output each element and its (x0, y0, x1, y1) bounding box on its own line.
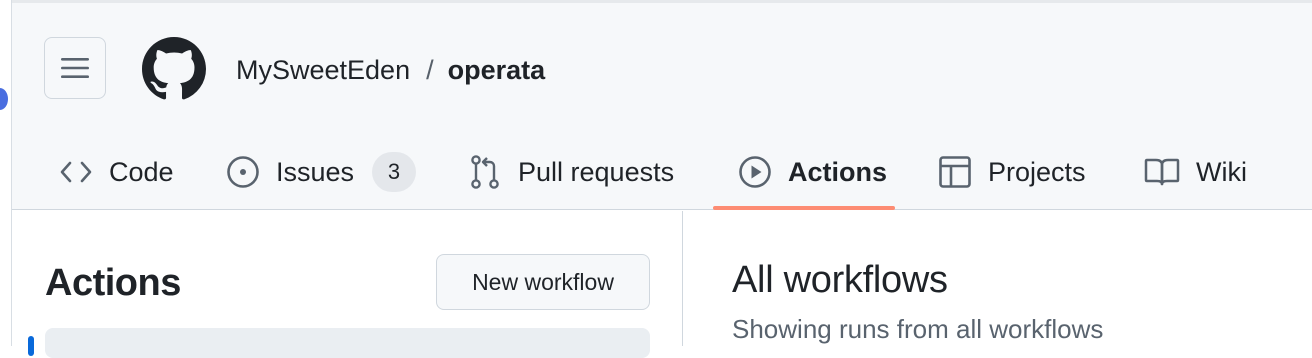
breadcrumb: MySweetEden / operata (236, 53, 545, 87)
tab-label: Actions (788, 156, 888, 187)
repo-owner-link[interactable]: MySweetEden (236, 53, 410, 87)
new-workflow-button[interactable]: New workflow (436, 254, 650, 310)
tab-code[interactable]: Code (59, 133, 174, 211)
breadcrumb-separator: / (426, 55, 434, 85)
issue-icon (227, 156, 259, 188)
table-icon (939, 156, 971, 188)
issues-count-badge: 3 (372, 152, 417, 192)
sidebar-selected-marker (28, 336, 34, 356)
repo-header: MySweetEden / operata Code Issues 3 Pull… (12, 0, 1312, 210)
play-icon (739, 156, 771, 188)
tab-pull-requests[interactable]: Pull requests (468, 133, 674, 211)
repo-tabs: Code Issues 3 Pull requests Actions Proj… (12, 133, 1312, 213)
tab-actions[interactable]: Actions (738, 133, 887, 211)
left-edge-strip (0, 0, 12, 346)
sidebar-title: Actions (45, 262, 181, 304)
tab-label: Pull requests (518, 156, 675, 187)
repo-name-link[interactable]: operata (448, 53, 546, 87)
tab-issues[interactable]: Issues 3 (226, 133, 417, 211)
hamburger-icon (61, 58, 89, 78)
book-icon (1144, 158, 1180, 186)
pull-request-icon (471, 155, 499, 189)
page-subtitle: Showing runs from all workflows (732, 314, 1104, 344)
tab-label: Wiki (1196, 156, 1247, 187)
code-icon (60, 161, 92, 183)
sidebar-item-all-workflows[interactable] (45, 328, 650, 358)
tab-label: Projects (988, 156, 1086, 187)
github-logo-icon[interactable] (142, 37, 206, 101)
tab-label: Issues (276, 156, 355, 187)
page-title: All workflows (732, 259, 948, 301)
tab-wiki[interactable]: Wiki (1144, 133, 1247, 211)
tab-projects[interactable]: Projects (938, 133, 1086, 211)
active-tab-underline (713, 206, 895, 210)
tab-label: Code (109, 156, 174, 187)
menu-button[interactable] (44, 37, 106, 99)
actions-sidebar: Actions New workflow (12, 211, 683, 358)
